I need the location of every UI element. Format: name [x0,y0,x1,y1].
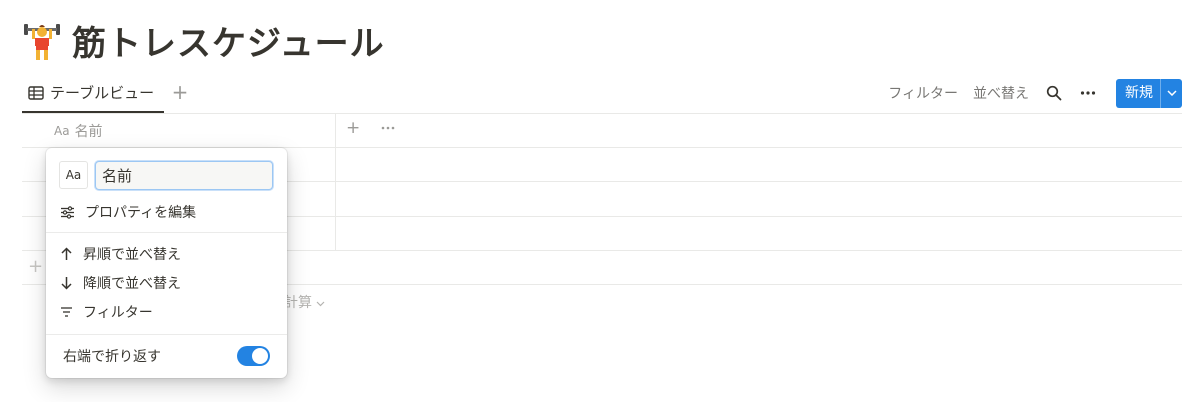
property-type-button[interactable]: Aa [59,161,88,189]
table-icon [28,85,44,100]
add-view-button[interactable]: + [168,79,192,105]
property-menu: Aa プロパティを編集 昇順で並べ替え 降順で並べ替え フィルター 右端で折り返… [46,148,287,378]
page-title: 筋トレスケジュール [72,23,385,64]
sort-descending-label: 降順で並べ替え [83,276,181,292]
weight-lifter-icon[interactable] [22,18,62,62]
filter-label: フィルター [83,305,153,321]
menu-divider [46,232,287,233]
filter-item[interactable]: フィルター [46,299,287,325]
column-divider [335,113,336,250]
add-column-button[interactable]: + [346,118,360,138]
arrow-down-icon [61,277,72,290]
new-button-group: 新規 [1116,78,1182,108]
property-name-input[interactable] [95,161,273,190]
new-button[interactable]: 新規 [1116,79,1160,108]
sliders-icon [61,205,74,219]
edit-property-label: プロパティを編集 [85,205,197,221]
chevron-down-icon [317,301,325,307]
edit-property-item[interactable]: プロパティを編集 [46,199,287,225]
filter-button[interactable]: フィルター [888,83,958,103]
sort-ascending-item[interactable]: 昇順で並べ替え [46,241,287,267]
sort-descending-item[interactable]: 降順で並べ替え [46,270,287,296]
toolbar: フィルター 並べ替え 新規 [888,77,1182,109]
tab-label: テーブルビュー [50,84,155,102]
column-header-label: 名前 [74,124,103,140]
add-row-button[interactable]: + [28,256,43,277]
search-icon[interactable] [1044,83,1064,103]
chevron-down-icon [1166,90,1177,96]
view-bar-divider [22,113,1182,114]
wrap-text-label: 右端で折り返す [63,349,161,365]
page-header: 筋トレスケジュール [22,14,385,66]
filter-icon [61,307,72,317]
arrow-up-icon [61,247,72,260]
new-dropdown-button[interactable] [1160,78,1182,108]
toggle-knob [252,348,268,364]
column-header-name[interactable]: Aa 名前 [54,120,103,142]
more-options-icon[interactable] [1078,83,1098,103]
view-bar: テーブルビュー + フィルター 並べ替え 新規 [22,74,1182,114]
tab-table-view[interactable]: テーブルビュー [22,74,164,113]
sort-ascending-label: 昇順で並べ替え [83,247,181,263]
text-type-icon: Aa [54,124,70,138]
wrap-text-toggle[interactable] [237,346,270,366]
calculate-label: 計算 [284,295,312,311]
calculate-button[interactable]: 計算 [284,292,325,312]
more-options-icon[interactable] [379,119,397,137]
menu-divider [46,334,287,335]
sort-button[interactable]: 並べ替え [973,83,1029,103]
